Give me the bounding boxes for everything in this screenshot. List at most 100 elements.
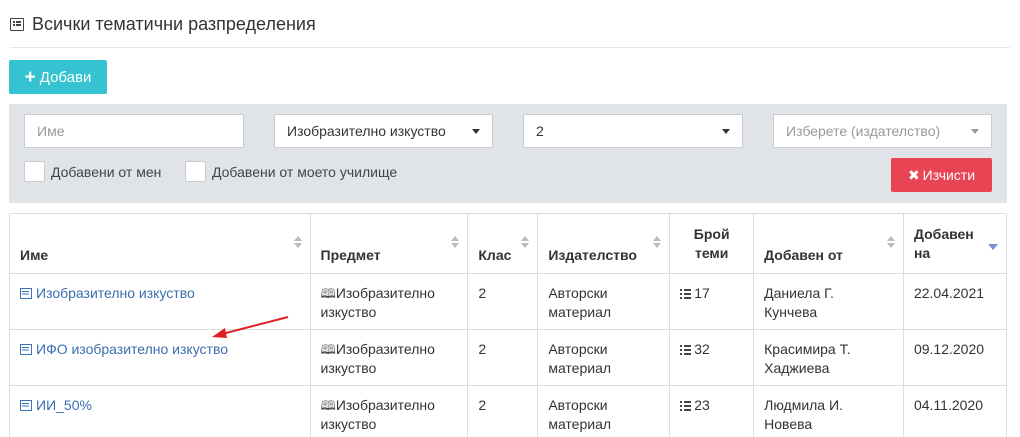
added-by-me-checkbox[interactable]: Добавени от мен: [24, 161, 161, 182]
column-header-name[interactable]: Име: [9, 213, 311, 274]
subject-select-value: Изобразително изкуство: [287, 123, 446, 139]
checkbox-box[interactable]: [24, 161, 45, 182]
column-header-grade[interactable]: Клас: [467, 213, 539, 274]
list-ol-icon: [680, 345, 692, 355]
cell-added-on: 22.04.2021: [902, 273, 1008, 330]
cell-subject: 🕮Изобразително изкуство: [309, 273, 469, 330]
document-icon: [20, 400, 32, 411]
table-row: ИФО изобразително изкуство 🕮Изобразителн…: [9, 329, 1008, 386]
grade-select[interactable]: 2: [523, 114, 743, 148]
subject-line1: Изобразително: [335, 285, 435, 301]
cell-added-by: Даниела Г. Кунчева: [753, 273, 904, 330]
chevron-down-icon: [722, 129, 730, 134]
checkbox-box[interactable]: [185, 161, 206, 182]
added-by-line2: Кунчева: [764, 304, 818, 320]
column-header-topics-line2: теми: [694, 245, 729, 261]
cell-topics: 17: [669, 273, 755, 330]
book-icon: 🕮: [320, 342, 336, 357]
subject-select[interactable]: Изобразително изкуство: [274, 114, 493, 148]
clear-button[interactable]: ✖ Изчисти: [891, 158, 992, 192]
column-header-publisher-label: Издателство: [548, 247, 637, 263]
filter-panel: Име Изобразително изкуство 2 Изберете (и…: [9, 104, 1007, 203]
topics-count: 23: [694, 397, 710, 413]
column-header-added-by[interactable]: Добавен от: [753, 213, 904, 274]
cell-subject: 🕮Изобразително изкуство: [309, 385, 469, 437]
publisher-line2: материал: [548, 416, 612, 432]
cell-grade: 2: [467, 273, 539, 330]
header-divider: [10, 47, 1010, 48]
name-filter-placeholder: Име: [37, 123, 65, 139]
page-header: Всички тематични разпределения: [10, 14, 316, 35]
add-button-label: Добави: [39, 68, 92, 86]
column-header-subject[interactable]: Предмет: [309, 213, 469, 274]
column-header-added-on-line1: Добавен: [913, 226, 974, 242]
subject-line2: изкуство: [320, 304, 377, 320]
document-icon: [20, 344, 32, 355]
plus-icon: +: [24, 66, 36, 88]
table-header-row: Име Предмет Клас Издателство Брой теми До…: [9, 213, 1008, 274]
subject-line2: изкуство: [320, 360, 377, 376]
column-header-added-by-label: Добавен от: [764, 247, 843, 263]
column-header-publisher[interactable]: Издателство: [537, 213, 671, 274]
name-filter-input[interactable]: Име: [24, 114, 244, 148]
cell-added-by: Красимира Т. Хаджиева: [753, 329, 904, 386]
column-header-grade-label: Клас: [478, 247, 512, 263]
publisher-select[interactable]: Изберете (издателство): [773, 114, 992, 148]
table-row: ИИ_50% 🕮Изобразително изкуство 2 Авторски…: [9, 385, 1008, 437]
column-header-added-on-line2: на: [913, 245, 931, 261]
plan-link[interactable]: Изобразително изкуство: [20, 284, 195, 303]
added-by-line1: Даниела Г.: [764, 285, 834, 301]
plan-link[interactable]: ИФО изобразително изкуство: [20, 340, 228, 359]
added-by-line1: Красимира Т.: [764, 341, 851, 357]
subject-line1: Изобразително: [335, 341, 435, 357]
column-header-topics[interactable]: Брой теми: [669, 213, 755, 274]
column-header-topics-line1: Брой: [693, 226, 730, 242]
sort-icon: [653, 236, 662, 250]
list-ol-icon: [680, 401, 692, 411]
added-by-school-checkbox[interactable]: Добавени от моето училище: [185, 161, 397, 182]
plan-link-label: ИФО изобразително изкуство: [36, 341, 229, 357]
cell-publisher: Авторски материал: [537, 385, 671, 437]
book-icon: 🕮: [320, 286, 336, 301]
document-icon: [20, 288, 32, 299]
publisher-select-placeholder: Изберете (издателство): [786, 123, 941, 139]
topics-count: 17: [694, 285, 710, 301]
cell-name: ИФО изобразително изкуство: [9, 329, 311, 386]
cell-topics: 32: [669, 329, 755, 386]
added-by-line2: Хаджиева: [764, 360, 830, 376]
added-by-line1: Людмила И.: [764, 397, 843, 413]
clear-button-label: Изчисти: [922, 167, 976, 183]
sort-desc-icon: [988, 244, 998, 250]
cell-subject: 🕮Изобразително изкуство: [309, 329, 469, 386]
plan-link-label: ИИ_50%: [36, 397, 92, 413]
list-ol-icon: [680, 289, 692, 299]
sort-icon: [293, 236, 302, 250]
cell-added-on: 09.12.2020: [902, 329, 1008, 386]
chevron-down-icon: [472, 129, 480, 134]
cell-added-on: 04.11.2020: [902, 385, 1008, 437]
column-header-added-on[interactable]: Добавен на: [902, 213, 1008, 274]
column-header-name-label: Име: [20, 247, 49, 263]
cell-added-by: Людмила И. Новева: [753, 385, 904, 437]
column-header-subject-label: Предмет: [320, 247, 381, 263]
sort-icon: [886, 236, 895, 250]
grade-select-value: 2: [536, 123, 544, 139]
sort-icon: [521, 236, 530, 250]
chevron-down-icon: [971, 129, 979, 134]
plan-link-label: Изобразително изкуство: [36, 285, 195, 301]
plans-table: Име Предмет Клас Издателство Брой теми До…: [9, 213, 1008, 437]
publisher-line1: Авторски: [548, 341, 608, 357]
publisher-line1: Авторски: [548, 285, 608, 301]
topics-count: 32: [694, 341, 710, 357]
added-by-me-label: Добавени от мен: [51, 163, 162, 180]
close-icon: ✖: [907, 166, 920, 183]
publisher-line2: материал: [548, 360, 612, 376]
plan-link[interactable]: ИИ_50%: [20, 396, 92, 415]
table-row: Изобразително изкуство 🕮Изобразително изк…: [9, 273, 1008, 330]
added-by-school-label: Добавени от моето училище: [212, 163, 398, 180]
cell-publisher: Авторски материал: [537, 273, 671, 330]
added-by-line2: Новева: [764, 416, 813, 432]
cell-grade: 2: [467, 329, 539, 386]
subject-line2: изкуство: [320, 416, 377, 432]
add-button[interactable]: + Добави: [9, 60, 107, 94]
